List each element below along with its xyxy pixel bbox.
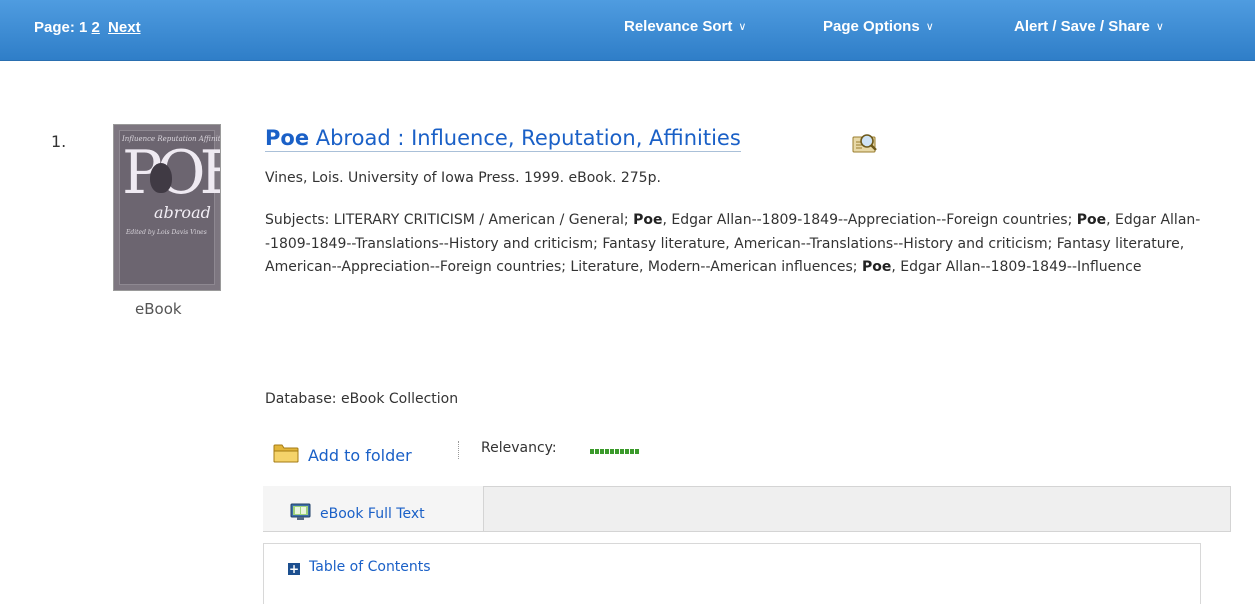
publication-type-label: eBook: [135, 300, 182, 318]
relevancy-segment: [610, 449, 614, 454]
relevancy-segment: [595, 449, 599, 454]
result-subjects: Subjects: LITERARY CRITICISM / American …: [265, 209, 1240, 280]
relevancy-segment: [620, 449, 624, 454]
relevance-sort-menu[interactable]: Relevance Sort ∨: [624, 18, 746, 35]
relevancy-segment: [615, 449, 619, 454]
title-highlight: Poe: [265, 126, 310, 150]
page-options-menu[interactable]: Page Options ∨: [823, 18, 934, 35]
alert-save-share-menu[interactable]: Alert / Save / Share ∨: [1014, 18, 1164, 35]
relevancy-segment: [625, 449, 629, 454]
relevancy-label: Relevancy:: [481, 440, 557, 456]
table-of-contents-link[interactable]: Table of Contents: [309, 559, 431, 575]
result-byline: Vines, Lois. University of Iowa Press. 1…: [265, 170, 661, 186]
ebook-monitor-icon[interactable]: [290, 503, 311, 521]
page-options-label: Page Options: [823, 18, 920, 35]
folder-icon[interactable]: [273, 442, 300, 464]
subject-highlight: Poe: [1076, 212, 1107, 228]
relevancy-segment: [630, 449, 634, 454]
subject-link[interactable]: Poe: [862, 259, 891, 275]
chevron-down-icon: ∨: [738, 21, 747, 33]
subject-link[interactable]: Poe: [633, 212, 662, 228]
subjects-text: , Edgar Allan--1809-1849--Influence: [891, 259, 1142, 275]
subjects-text: Subjects: LITERARY CRITICISM / American …: [265, 212, 634, 228]
title-rest: Abroad : Influence, Reputation, Affiniti…: [309, 126, 741, 150]
add-to-folder-link[interactable]: Add to folder: [308, 446, 412, 465]
cover-portrait: [150, 163, 172, 193]
preview-magnifier-icon[interactable]: [852, 132, 878, 154]
subjects-text: , Edgar Allan--1809-1849--Appreciation--…: [662, 212, 1077, 228]
alert-save-share-label: Alert / Save / Share: [1014, 18, 1150, 35]
relevancy-segment: [600, 449, 604, 454]
relevancy-segment: [605, 449, 609, 454]
pagination: Page: 1 2 Next: [34, 19, 141, 36]
relevancy-segment: [590, 449, 594, 454]
ebook-full-text-link[interactable]: eBook Full Text: [320, 506, 425, 522]
subject-highlight: Poe: [861, 259, 892, 275]
subject-highlight: Poe: [633, 212, 663, 228]
divider: [458, 441, 459, 459]
subject-link[interactable]: Poe: [1077, 212, 1106, 228]
expand-plus-icon[interactable]: +: [288, 563, 300, 575]
cover-subtitle: abroad: [154, 203, 211, 222]
cover-editor: Edited by Lois Davis Vines: [126, 229, 207, 236]
chevron-down-icon: ∨: [1155, 21, 1164, 33]
page-label: Page: 1: [34, 19, 88, 36]
results-toolbar: Page: 1 2 Next Relevance Sort ∨ Page Opti…: [0, 0, 1255, 61]
relevancy-bar: [590, 449, 639, 454]
result-database: Database: eBook Collection: [265, 391, 459, 407]
result-title-link[interactable]: Poe Abroad : Influence, Reputation, Affi…: [265, 126, 741, 152]
book-cover-thumbnail[interactable]: Influence Reputation Affinities POE abro…: [113, 124, 221, 291]
result-number: 1.: [51, 132, 67, 151]
book-cover-image: Influence Reputation Affinities POE abro…: [113, 124, 221, 291]
page-2-link[interactable]: 2: [92, 19, 100, 36]
relevancy-segment: [635, 449, 639, 454]
relevance-sort-label: Relevance Sort: [624, 18, 733, 35]
chevron-down-icon: ∨: [925, 21, 934, 33]
next-page-link[interactable]: Next: [108, 19, 141, 36]
